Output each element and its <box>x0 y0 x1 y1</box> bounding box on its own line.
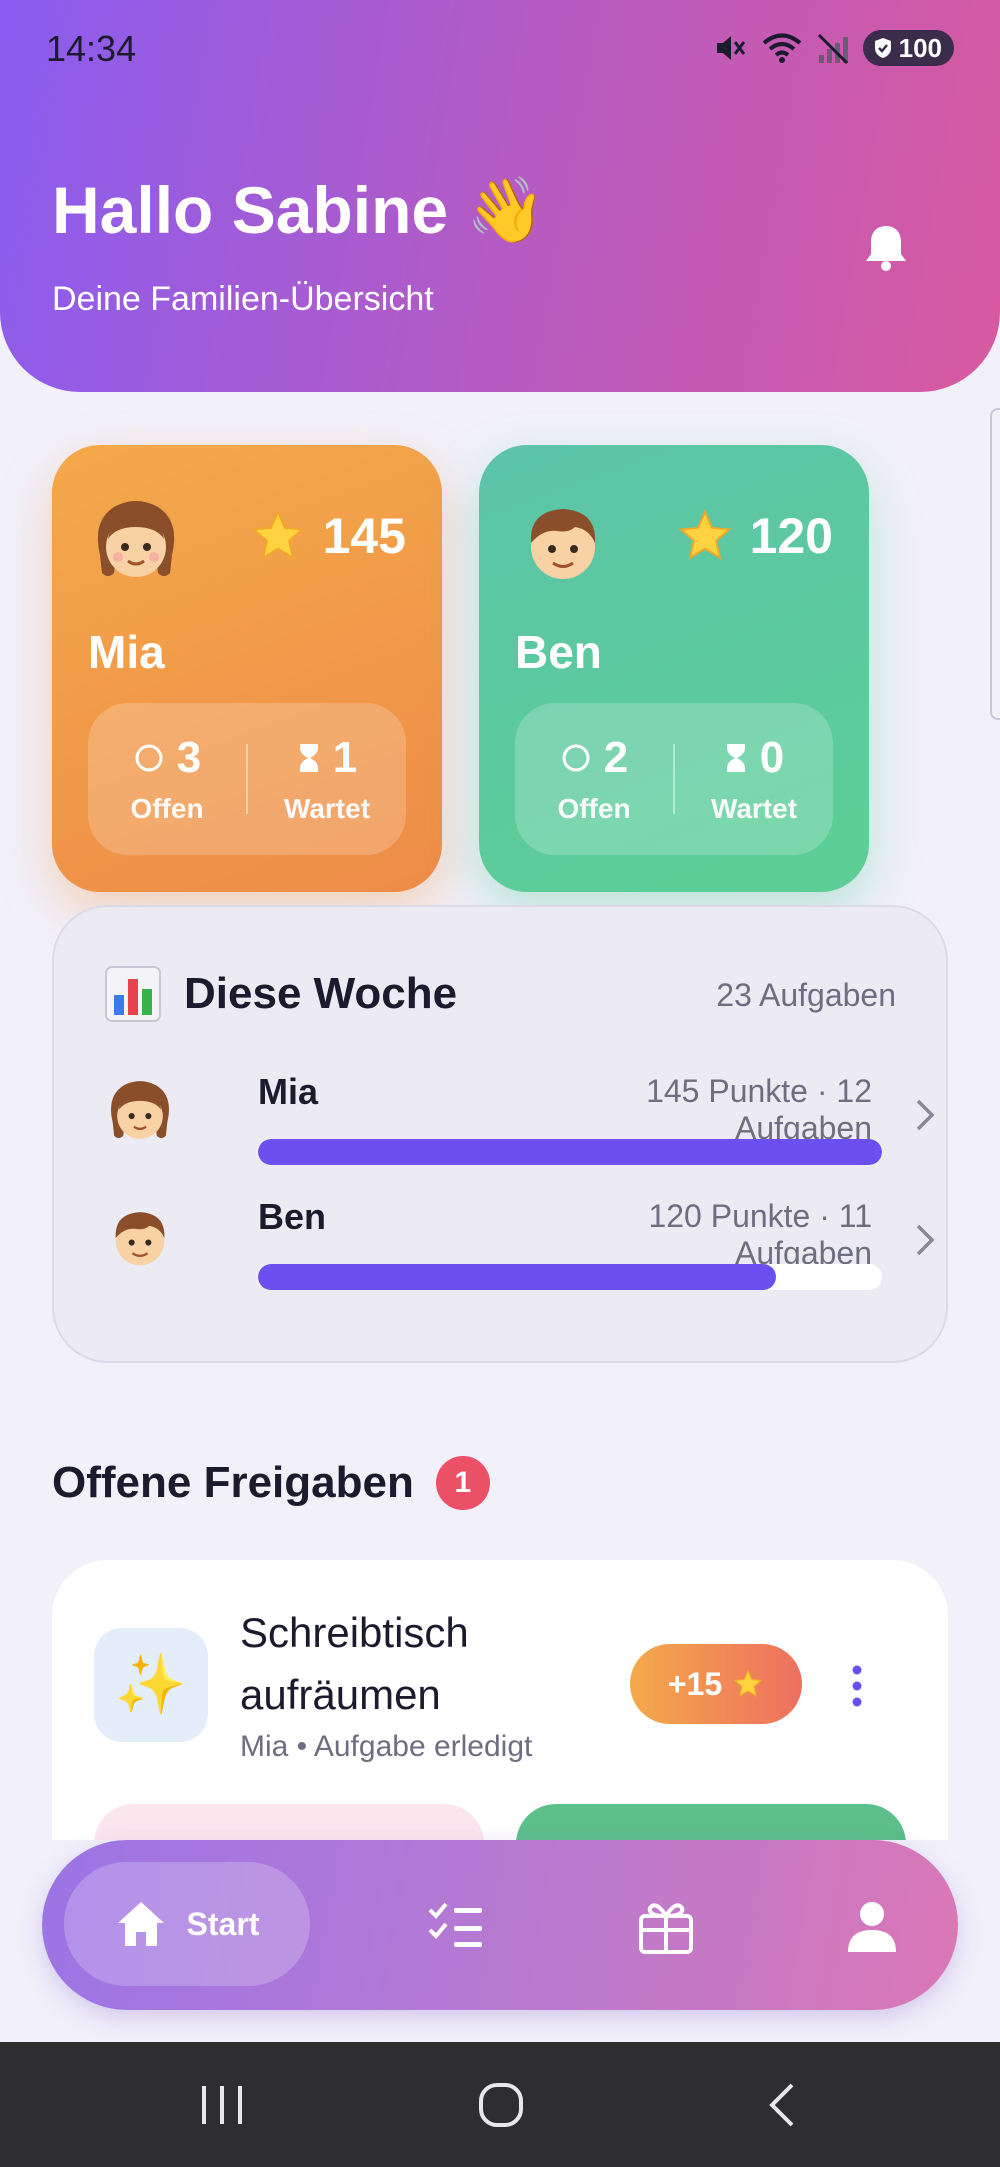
stat-open: 2 Offen <box>515 733 673 825</box>
kid-points: 120 <box>676 507 833 565</box>
open-count: 3 <box>176 733 202 782</box>
row-name: Mia <box>258 1071 319 1112</box>
wifi-icon <box>762 33 801 63</box>
kid-points: 145 <box>249 507 406 565</box>
chevron-right-icon[interactable] <box>914 1097 936 1133</box>
hourglass-icon <box>299 744 318 772</box>
no-signal-icon <box>817 33 848 65</box>
circle-icon <box>562 744 590 772</box>
count-badge: 1 <box>435 1456 490 1510</box>
chevron-right-icon[interactable] <box>914 1222 936 1258</box>
week-total: 23 Aufgaben <box>716 977 896 1013</box>
week-summary-card: Diese Woche 23 Aufgaben Mia 145 Punkte ·… <box>52 905 948 1363</box>
waiting-label: Wartet <box>283 793 371 824</box>
row-meta: 145 Punkte · 12 Aufgaben <box>646 1073 872 1146</box>
nav-label: Start <box>186 1905 260 1942</box>
waiting-label: Wartet <box>710 793 798 824</box>
kid-stats: 2 Offen 0 Wartet <box>515 703 833 855</box>
system-nav-bar <box>0 2042 1000 2167</box>
section-title: Offene Freigaben 1 <box>52 1456 490 1510</box>
star-icon <box>251 509 305 560</box>
week-row-mia[interactable]: Mia 145 Punkte · 12 Aufgaben <box>102 1067 935 1167</box>
kid-card-ben[interactable]: 120 Ben 2 Offen 0 Wartet <box>479 445 869 892</box>
waiting-count: 0 <box>759 733 785 782</box>
reward-value: +15 <box>667 1665 723 1702</box>
gift-icon[interactable] <box>636 1896 696 1956</box>
status-icons: 100 <box>713 28 954 68</box>
stat-waiting: 1 Wartet <box>248 733 406 825</box>
avatar <box>102 1200 178 1276</box>
tasks-icon[interactable] <box>426 1896 486 1956</box>
approve-button[interactable] <box>516 1804 906 1840</box>
bell-icon[interactable] <box>858 220 914 276</box>
side-handle[interactable] <box>990 408 1000 720</box>
open-label: Offen <box>557 793 631 824</box>
week-title-text: Diese Woche <box>184 969 458 1018</box>
task-title: Schreibtisch aufräumen <box>240 1609 469 1718</box>
stat-open: 3 Offen <box>88 733 246 825</box>
kid-name: Ben <box>515 626 602 678</box>
avatar <box>513 493 613 593</box>
kid-name: Mia <box>88 626 165 678</box>
kid-stats: 3 Offen 1 Wartet <box>88 703 406 855</box>
back-icon[interactable] <box>766 2082 796 2128</box>
star-icon <box>678 509 732 560</box>
row-meta: 120 Punkte · 11 Aufgaben <box>648 1198 872 1271</box>
sparkles-icon: ✨ <box>94 1628 208 1742</box>
points-value: 120 <box>749 508 833 564</box>
progress-track <box>258 1264 882 1290</box>
reject-button[interactable] <box>94 1804 484 1840</box>
row-name: Ben <box>258 1196 327 1237</box>
wave-icon: 👋 <box>466 173 546 246</box>
open-label: Offen <box>130 793 204 824</box>
week-title: Diese Woche <box>104 965 457 1023</box>
mute-icon <box>716 36 745 60</box>
task-subtitle: Mia • Aufgabe erledigt <box>240 1730 533 1763</box>
avatar <box>86 493 186 593</box>
reward-pill: +15 <box>630 1644 802 1724</box>
approval-card[interactable]: ✨ Schreibtisch aufräumen Mia • Aufgabe e… <box>52 1560 948 1840</box>
bottom-nav: Start <box>42 1840 958 2010</box>
star-icon <box>733 1669 763 1698</box>
status-time: 14:34 <box>46 28 137 69</box>
waiting-count: 1 <box>332 733 358 782</box>
profile-icon[interactable] <box>842 1896 902 1956</box>
avatar <box>102 1075 178 1151</box>
progress-track <box>258 1139 882 1165</box>
shield-icon <box>874 38 891 58</box>
greeting-text: Hallo Sabine <box>52 173 449 247</box>
week-row-ben[interactable]: Ben 120 Punkte · 11 Aufgaben <box>102 1192 935 1292</box>
section-title-text: Offene Freigaben <box>52 1458 414 1507</box>
home-icon <box>117 1902 164 1946</box>
page-subtitle: Deine Familien-Übersicht <box>52 280 434 318</box>
progress-fill <box>258 1139 882 1165</box>
battery-indicator: 100 <box>862 30 954 66</box>
circle-icon <box>135 744 163 772</box>
more-vertical-icon[interactable] <box>844 1664 870 1708</box>
kid-card-mia[interactable]: 145 Mia 3 Offen 1 Wartet <box>52 445 442 892</box>
status-bar: 14:34 100 <box>0 0 1000 96</box>
greeting: Hallo Sabine 👋 <box>52 172 546 248</box>
open-count: 2 <box>603 733 629 782</box>
battery-level: 100 <box>898 32 942 63</box>
stat-waiting: 0 Wartet <box>675 733 833 825</box>
progress-fill <box>258 1264 776 1290</box>
home-button-icon[interactable] <box>478 2082 524 2128</box>
points-value: 145 <box>322 508 406 564</box>
bar-chart-icon <box>105 966 161 1022</box>
nav-item-start[interactable]: Start <box>64 1862 310 1986</box>
hourglass-icon <box>726 744 745 772</box>
recents-icon[interactable] <box>200 2082 244 2128</box>
